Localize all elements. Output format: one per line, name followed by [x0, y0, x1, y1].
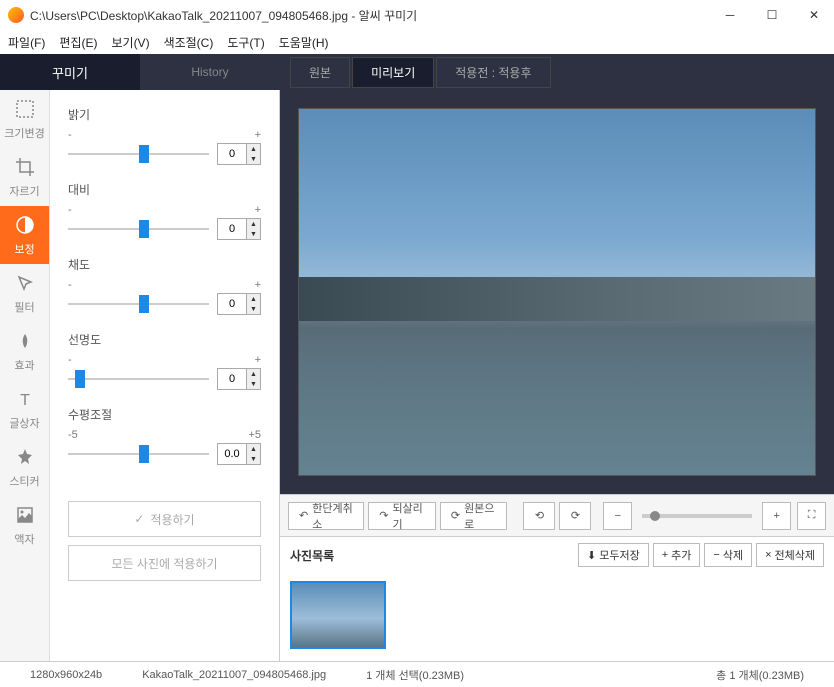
- download-icon: ⬇: [587, 549, 596, 562]
- filter-icon: [13, 271, 37, 295]
- plus-icon: +: [662, 549, 668, 561]
- effect-icon: [13, 329, 37, 353]
- fit-screen-button[interactable]: ⛶: [797, 502, 826, 530]
- redo-icon: ↷: [379, 509, 388, 522]
- brightness-control: 밝기 -+ ▲▼: [50, 102, 279, 169]
- spinner-up-icon[interactable]: ▲: [247, 144, 260, 154]
- sharpness-spinner[interactable]: ▲▼: [217, 368, 261, 390]
- frame-icon: [13, 503, 37, 527]
- svg-text:T: T: [20, 392, 30, 409]
- sharpness-control: 선명도 -+ ▲▼: [50, 327, 279, 394]
- save-all-button[interactable]: ⬇모두저장: [578, 543, 649, 567]
- menu-color[interactable]: 색조절(C): [164, 34, 214, 51]
- level-spinner[interactable]: ▲▼: [217, 443, 261, 465]
- apply-all-button[interactable]: 모든 사진에 적용하기: [68, 545, 261, 581]
- saturation-control: 채도 -+ ▲▼: [50, 252, 279, 319]
- saturation-slider[interactable]: [68, 295, 209, 313]
- level-control: 수평조절 -5+5 ▲▼: [50, 402, 279, 469]
- minus-icon: −: [713, 549, 719, 561]
- add-button[interactable]: +추가: [653, 543, 701, 567]
- titlebar: C:\Users\PC\Desktop\KakaoTalk_20211007_0…: [0, 0, 834, 30]
- window-title: C:\Users\PC\Desktop\KakaoTalk_20211007_0…: [30, 7, 718, 24]
- rotate-left-icon: ⟲: [535, 509, 544, 522]
- minimize-button[interactable]: ─: [718, 3, 742, 27]
- contrast-control: 대비 -+ ▲▼: [50, 177, 279, 244]
- rotate-right-icon: ⟳: [571, 509, 580, 522]
- app-icon: [8, 7, 24, 23]
- to-original-button[interactable]: ⟳원본으로: [440, 502, 508, 530]
- sharpness-slider[interactable]: [68, 370, 209, 388]
- tool-resize[interactable]: 크기변경: [0, 90, 49, 148]
- tab-decorate[interactable]: 꾸미기: [0, 54, 140, 90]
- rotate-right-button[interactable]: ⟳: [559, 502, 591, 530]
- image-canvas: [298, 108, 816, 476]
- view-tab-before-after[interactable]: 적용전 : 적용후: [436, 57, 550, 88]
- status-total: 총 1 개체(0.23MB): [696, 667, 824, 683]
- controls-panel: 밝기 -+ ▲▼ 대비 -+ ▲▼ 채도 -+ ▲▼ 선명도 -+: [50, 90, 280, 661]
- view-tab-original[interactable]: 원본: [290, 57, 350, 88]
- status-filename: KakaoTalk_20211007_094805468.jpg: [122, 669, 346, 681]
- menu-file[interactable]: 파일(F): [8, 34, 45, 51]
- maximize-button[interactable]: ☐: [760, 3, 784, 27]
- zoom-slider[interactable]: [642, 514, 752, 518]
- contrast-slider[interactable]: [68, 220, 209, 238]
- apply-button[interactable]: ✓적용하기: [68, 501, 261, 537]
- refresh-icon: ⟳: [451, 509, 460, 522]
- tool-text[interactable]: T 글상자: [0, 380, 49, 438]
- remove-all-button[interactable]: ×전체삭제: [756, 543, 824, 567]
- tool-crop[interactable]: 자르기: [0, 148, 49, 206]
- menu-tools[interactable]: 도구(T): [227, 34, 264, 51]
- filmstrip: [280, 573, 834, 661]
- zoom-in-button[interactable]: +: [762, 502, 791, 530]
- image-viewer[interactable]: [280, 90, 834, 494]
- crop-icon: [13, 155, 37, 179]
- text-icon: T: [13, 387, 37, 411]
- status-selection: 1 개체 선택(0.23MB): [346, 667, 484, 683]
- status-dimensions: 1280x960x24b: [10, 669, 122, 681]
- tool-effect[interactable]: 효과: [0, 322, 49, 380]
- spinner-down-icon[interactable]: ▼: [247, 154, 260, 164]
- zoom-out-button[interactable]: −: [603, 502, 632, 530]
- tool-filter[interactable]: 필터: [0, 264, 49, 322]
- level-slider[interactable]: [68, 445, 209, 463]
- menu-edit[interactable]: 편집(E): [59, 34, 97, 51]
- statusbar: 1280x960x24b KakaoTalk_20211007_09480546…: [0, 661, 834, 687]
- view-tab-preview[interactable]: 미리보기: [352, 57, 434, 88]
- check-icon: ✓: [134, 512, 144, 526]
- rotate-left-button[interactable]: ⟲: [523, 502, 555, 530]
- fullscreen-icon: ⛶: [808, 509, 816, 522]
- brightness-slider[interactable]: [68, 145, 209, 163]
- tool-sidebar: 크기변경 자르기 보정 필터 효과 T 글상자 스티커 액자: [0, 90, 50, 661]
- menu-help[interactable]: 도움말(H): [279, 34, 329, 51]
- redo-button[interactable]: ↷되살리기: [368, 502, 436, 530]
- preview-toolbar: ↶한단계취소 ↷되살리기 ⟳원본으로 ⟲ ⟳ − + ⛶: [280, 494, 834, 536]
- thumbnail-item[interactable]: [290, 581, 386, 649]
- saturation-spinner[interactable]: ▲▼: [217, 293, 261, 315]
- filmstrip-header: 사진목록 ⬇모두저장 +추가 −삭제 ×전체삭제: [280, 536, 834, 573]
- preview-area: ↶한단계취소 ↷되살리기 ⟳원본으로 ⟲ ⟳ − + ⛶ 사진목록 ⬇모두저장 …: [280, 90, 834, 661]
- adjust-icon: [13, 213, 37, 237]
- undo-icon: ↶: [299, 509, 308, 522]
- tabbar: 꾸미기 History 원본 미리보기 적용전 : 적용후: [0, 54, 834, 90]
- x-icon: ×: [765, 549, 771, 561]
- contrast-spinner[interactable]: ▲▼: [217, 218, 261, 240]
- tool-adjust[interactable]: 보정: [0, 206, 49, 264]
- brightness-spinner[interactable]: ▲▼: [217, 143, 261, 165]
- undo-button[interactable]: ↶한단계취소: [288, 502, 364, 530]
- tool-sticker[interactable]: 스티커: [0, 438, 49, 496]
- tab-history[interactable]: History: [140, 54, 280, 90]
- tool-frame[interactable]: 액자: [0, 496, 49, 554]
- sticker-icon: [13, 445, 37, 469]
- menu-view[interactable]: 보기(V): [111, 34, 149, 51]
- resize-icon: [13, 97, 37, 121]
- menubar: 파일(F) 편집(E) 보기(V) 색조절(C) 도구(T) 도움말(H): [0, 30, 834, 54]
- close-button[interactable]: ✕: [802, 3, 826, 27]
- remove-button[interactable]: −삭제: [704, 543, 752, 567]
